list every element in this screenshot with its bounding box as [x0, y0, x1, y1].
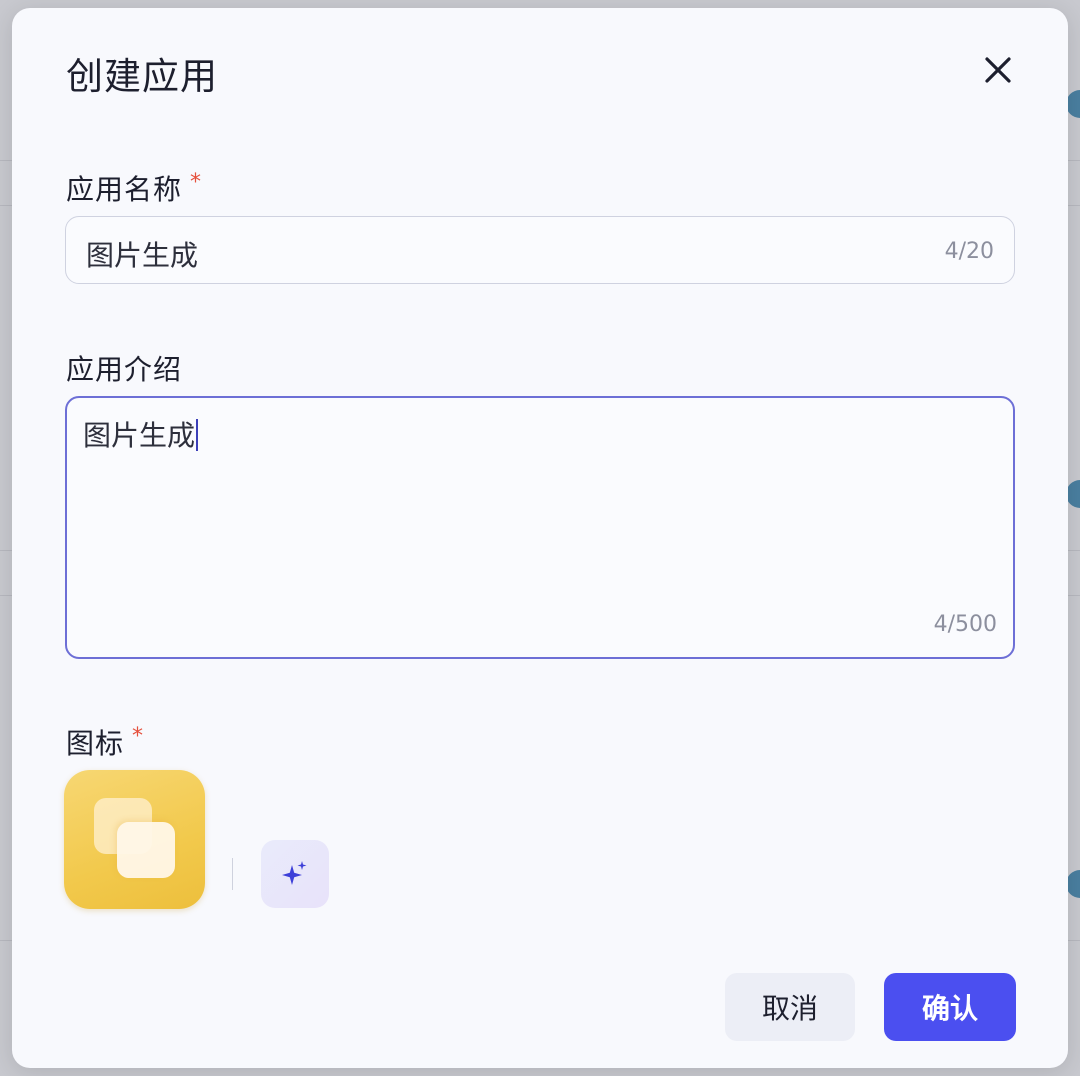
app-name-label: 应用名称 * [66, 168, 202, 208]
cancel-button[interactable]: 取消 [725, 973, 855, 1041]
icon-divider [232, 858, 233, 890]
close-icon [985, 57, 1011, 83]
close-button[interactable] [978, 50, 1018, 90]
background-avatar [1066, 90, 1080, 118]
layer-front-shape [117, 822, 175, 878]
app-intro-char-count: 4/500 [933, 612, 997, 637]
background-avatar [1066, 870, 1080, 898]
text-caret [196, 419, 199, 451]
confirm-button[interactable]: 确认 [884, 973, 1016, 1041]
app-name-value: 图片生成 [86, 239, 199, 272]
app-intro-value-wrap: 图片生成 [83, 414, 199, 454]
icon-label: 图标 * [66, 722, 144, 762]
create-app-dialog: 创建应用 应用名称 * 图片生成 4/20 应用介绍 图片生成 4/500 图标 *… [12, 8, 1068, 1068]
app-intro-value: 图片生成 [83, 419, 196, 452]
dialog-title: 创建应用 [66, 55, 218, 98]
sparkle-icon [282, 861, 307, 885]
ai-generate-icon-button[interactable] [261, 840, 329, 908]
required-mark: * [132, 724, 145, 749]
app-intro-label: 应用介绍 [66, 348, 182, 388]
layers-icon[interactable] [64, 770, 205, 909]
app-name-char-count: 4/20 [944, 239, 994, 264]
app-name-input[interactable]: 图片生成 4/20 [65, 216, 1015, 284]
icon-label-text: 图标 [66, 727, 125, 760]
app-intro-label-text: 应用介绍 [66, 353, 183, 386]
app-intro-textarea[interactable]: 图片生成 4/500 [65, 396, 1015, 659]
app-name-label-text: 应用名称 [66, 173, 183, 206]
background-avatar [1066, 480, 1080, 508]
required-mark: * [190, 170, 203, 195]
